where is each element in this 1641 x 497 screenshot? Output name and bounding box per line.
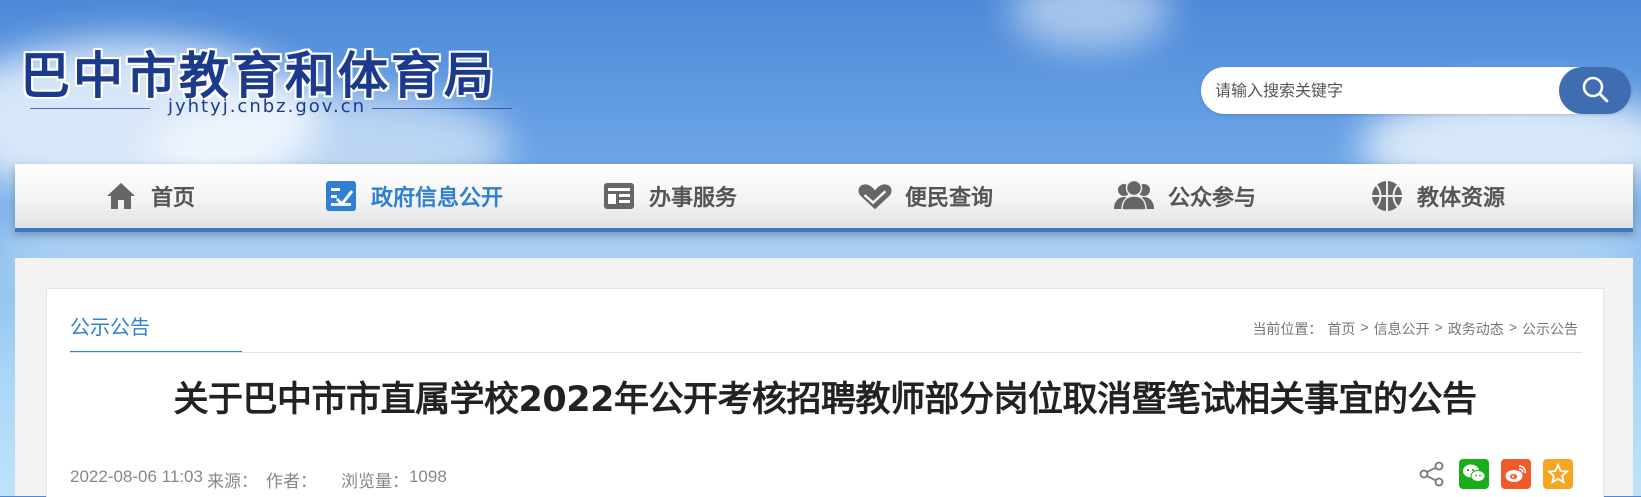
home-icon	[103, 178, 139, 214]
main-nav: 首页 政府信息公开 办事服务 便民查询 公众参与 教体资源	[15, 164, 1633, 232]
share-icon[interactable]	[1417, 459, 1447, 489]
breadcrumb-prefix: 当前位置：	[1252, 321, 1323, 337]
search-button[interactable]	[1559, 67, 1631, 114]
search-icon	[1580, 74, 1610, 108]
nav-item-label: 首页	[151, 186, 196, 211]
wechat-icon[interactable]	[1459, 459, 1489, 489]
weibo-icon[interactable]	[1501, 459, 1531, 489]
source-label: 来源：	[206, 472, 258, 491]
breadcrumb-item-notices[interactable]: 公示公告	[1522, 319, 1578, 339]
article-title: 关于巴中市市直属学校2022年公开考核招聘教师部分岗位取消暨笔试相关事宜的公告	[173, 380, 1477, 420]
nav-item-services[interactable]: 办事服务	[601, 164, 737, 228]
nav-item-public-participation[interactable]: 公众参与	[1112, 164, 1256, 228]
author-label: 作者：	[265, 472, 317, 491]
breadcrumb: 当前位置： 首页 > 信息公开 > 政务动态 > 公示公告	[1252, 319, 1578, 339]
breadcrumb-separator: >	[1508, 319, 1517, 335]
site-domain: jyhtyj.cnbz.gov.cn	[167, 96, 367, 117]
service-card-icon	[601, 178, 637, 214]
breadcrumb-item-news[interactable]: 政务动态	[1448, 319, 1504, 339]
section-tab[interactable]: 公示公告	[70, 311, 242, 353]
nav-item-label: 教体资源	[1417, 186, 1506, 211]
views-count: 1098	[408, 467, 447, 486]
breadcrumb-separator: >	[1360, 319, 1369, 335]
nav-item-resources[interactable]: 教体资源	[1369, 164, 1505, 228]
search-box	[1201, 67, 1631, 116]
site-header: 巴中市教育和体育局 jyhtyj.cnbz.gov.cn	[0, 0, 1641, 164]
breadcrumb-separator: >	[1434, 319, 1443, 335]
nav-item-label: 便民查询	[905, 186, 994, 211]
article-meta: 2022-08-06 11:03 来源： 作者： 浏览量： 1098	[70, 467, 455, 492]
section-divider	[70, 352, 1582, 353]
site-domain-block: jyhtyj.cnbz.gov.cn	[22, 96, 512, 120]
favorite-icon[interactable]	[1543, 459, 1573, 489]
views-label: 浏览量：	[340, 472, 409, 491]
nav-item-label: 政府信息公开	[371, 186, 504, 211]
basketball-icon	[1369, 178, 1405, 214]
nav-item-gov-info[interactable]: 政府信息公开	[323, 164, 503, 228]
breadcrumb-item-info[interactable]: 信息公开	[1374, 319, 1430, 339]
heart-hand-icon	[857, 178, 893, 214]
nav-item-public-query[interactable]: 便民查询	[857, 164, 993, 228]
search-input[interactable]	[1213, 67, 1547, 116]
nav-item-label: 公众参与	[1168, 186, 1257, 211]
publish-date: 2022-08-06 11:03	[70, 467, 203, 486]
nav-item-label: 办事服务	[649, 186, 738, 211]
breadcrumb-item-home[interactable]: 首页	[1327, 319, 1355, 339]
article-panel: 公示公告 当前位置： 首页 > 信息公开 > 政务动态 > 公示公告 关于巴中市…	[46, 288, 1604, 497]
share-bar	[1417, 459, 1573, 489]
nav-item-home[interactable]: 首页	[103, 164, 195, 228]
checkbox-icon	[323, 178, 359, 214]
users-icon	[1112, 178, 1156, 214]
